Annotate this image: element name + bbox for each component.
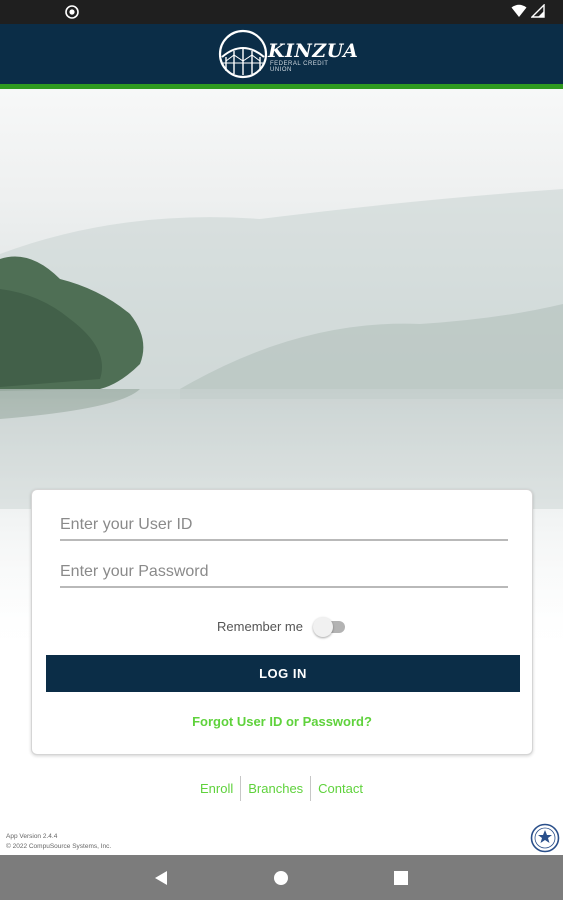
back-icon[interactable] xyxy=(150,867,172,889)
contact-link[interactable]: Contact xyxy=(311,781,370,796)
copyright-text: © 2022 CompuSource Systems, Inc. xyxy=(6,843,112,850)
enroll-link[interactable]: Enroll xyxy=(193,781,240,796)
wifi-icon xyxy=(511,4,527,17)
status-bar xyxy=(0,0,563,24)
cellular-signal-icon xyxy=(531,4,545,18)
notification-app-icon xyxy=(65,5,79,19)
login-card: Remember me LOG IN Forgot User ID or Pas… xyxy=(31,489,533,755)
branches-link[interactable]: Branches xyxy=(241,781,310,796)
remember-me-toggle[interactable] xyxy=(312,616,347,637)
password-input[interactable] xyxy=(60,560,508,588)
system-nav-bar xyxy=(0,855,563,900)
footer-links: Enroll Branches Contact xyxy=(0,776,563,801)
home-icon[interactable] xyxy=(270,867,292,889)
user-id-input[interactable] xyxy=(60,513,508,541)
remember-me-row: Remember me xyxy=(32,616,532,637)
brand-tagline: FEDERAL CREDIT UNION xyxy=(270,61,329,73)
recents-icon[interactable] xyxy=(390,867,412,889)
remember-me-label: Remember me xyxy=(217,618,303,634)
bridge-emblem-icon xyxy=(218,29,268,79)
app-version-text: App Version 2.4.4 xyxy=(6,833,58,840)
forgot-credentials-link[interactable]: Forgot User ID or Password? xyxy=(32,714,532,729)
version-info: App Version 2.4.4 © 2022 CompuSource Sys… xyxy=(6,832,111,852)
log-in-button[interactable]: LOG IN xyxy=(46,655,520,692)
toggle-thumb xyxy=(312,617,333,637)
brand-name: KINZUA xyxy=(268,40,359,62)
kinzua-logo: KINZUA FEDERAL CREDIT UNION xyxy=(216,27,358,81)
ncua-seal-icon xyxy=(530,823,560,853)
